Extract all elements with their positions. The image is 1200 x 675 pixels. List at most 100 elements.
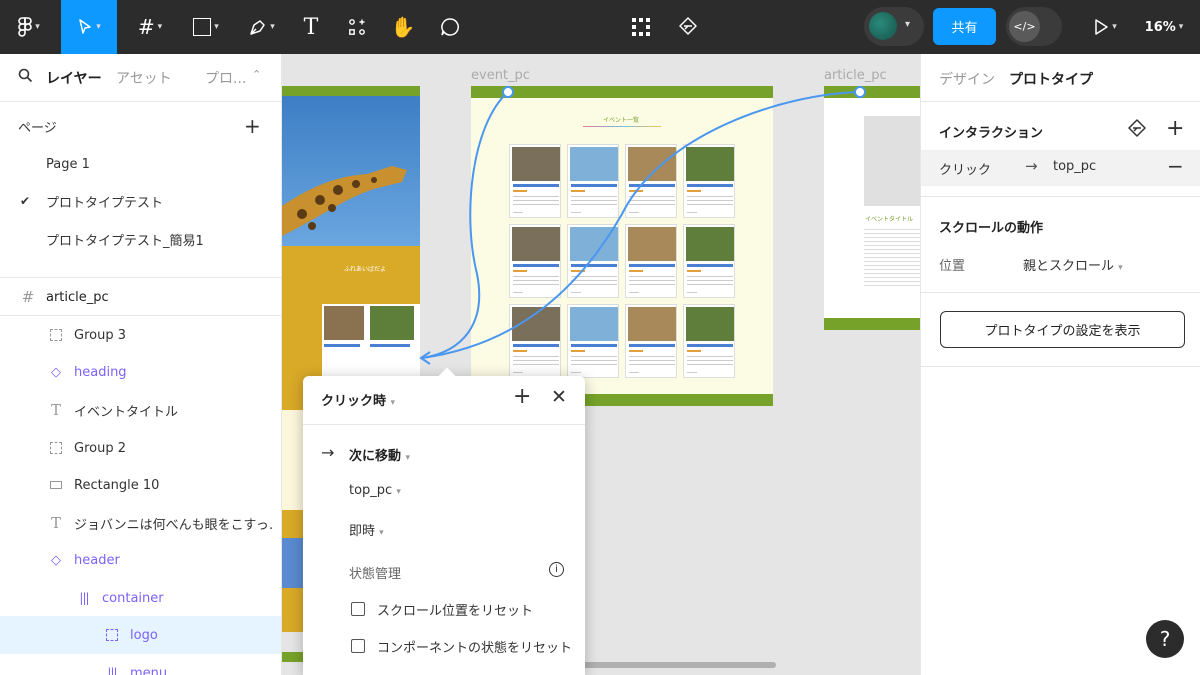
position-dropdown[interactable]: 親とスクロール ▾ <box>1023 255 1123 274</box>
layer-item[interactable]: T イベントタイトル <box>0 391 281 429</box>
code-icon: </> <box>1009 11 1040 42</box>
avatar[interactable] <box>869 12 897 40</box>
chevron-down-icon: ▾ <box>35 22 40 32</box>
layer-item[interactable]: ◇ header <box>0 541 281 579</box>
animation-dropdown[interactable]: 即時 ▾ <box>349 520 384 539</box>
trigger-dropdown[interactable]: クリック時 ▾ <box>321 390 395 409</box>
arrow-right-icon: → <box>321 443 335 462</box>
prototype-settings-button[interactable]: プロトタイプの設定を表示 <box>940 311 1185 348</box>
group-icon <box>104 627 120 643</box>
tab-prototype[interactable]: プロトタイプ <box>1009 69 1093 89</box>
comment-tool-button[interactable] <box>434 0 466 54</box>
layer-item[interactable]: ||| menu <box>0 654 281 675</box>
page-item[interactable]: プロトタイプテスト_簡易1 <box>0 220 281 258</box>
reset-component-checkbox[interactable] <box>351 639 365 653</box>
add-action-icon[interactable]: + <box>513 384 531 409</box>
trigger-label: クリック時 <box>321 394 387 409</box>
tab-prototype-library[interactable]: プロ... <box>205 68 246 88</box>
layer-item[interactable]: T ジョバンニは何べんも眼をこすっ… <box>0 504 281 542</box>
page-item-current[interactable]: ✔ プロトタイプテスト <box>0 182 281 220</box>
resources-button[interactable] <box>340 0 374 54</box>
page-item[interactable]: Page 1 <box>0 145 281 183</box>
state-management-title: 状態管理 <box>349 567 402 582</box>
position-label: 位置 <box>939 259 966 274</box>
chevron-down-icon: ▾ <box>390 398 396 408</box>
layer-item-selected[interactable]: logo <box>0 616 281 654</box>
grid-layout-button[interactable] <box>625 0 657 54</box>
zoom-menu[interactable]: 16% ▾ <box>1136 0 1192 54</box>
scroll-behavior-title: スクロールの動作 <box>939 221 1044 236</box>
hand-tool-button[interactable]: ✋ <box>387 0 419 54</box>
horizontal-scrollbar[interactable] <box>582 662 776 668</box>
layer-item[interactable]: ||| container <box>0 579 281 617</box>
interaction-target: top_pc <box>1053 159 1097 174</box>
properties-panel: デザイン プロトタイプ インタラクション + クリック → top_pc − ス… <box>920 54 1200 675</box>
figma-menu-button[interactable]: ▾ <box>8 0 50 54</box>
layer-item[interactable]: Group 2 <box>0 429 281 467</box>
interaction-popup: クリック時 ▾ + ✕ → 次に移動 ▾ top_pc ▾ 即時 ▾ 状態管理 … <box>303 367 585 675</box>
check-icon: ✔ <box>20 194 31 208</box>
prototype-mode-button[interactable] <box>672 0 704 54</box>
rectangle-layer-icon <box>48 477 64 493</box>
help-button[interactable]: ? <box>1146 620 1184 658</box>
layer-label: header <box>74 552 120 568</box>
interaction-row[interactable]: クリック → top_pc − <box>921 150 1200 186</box>
prototype-flow-icon[interactable] <box>1126 118 1148 144</box>
layer-frame[interactable]: # article_pc <box>0 278 281 316</box>
frame-icon: # <box>137 15 155 39</box>
auto-layout-icon: ||| <box>79 591 89 605</box>
chevron-down-icon: ▾ <box>214 22 219 32</box>
layer-label: logo <box>130 627 158 643</box>
shape-tool-button[interactable]: ▾ <box>184 0 228 54</box>
move-tool-button[interactable]: ▾ <box>61 0 117 54</box>
search-icon[interactable] <box>18 68 33 87</box>
layer-item[interactable]: ◇ heading <box>0 353 281 391</box>
add-page-icon[interactable]: + <box>244 114 261 138</box>
layer-label: Rectangle 10 <box>74 477 160 493</box>
frame-tool-button[interactable]: # ▾ <box>128 0 172 54</box>
component-instance-icon: ◇ <box>51 364 61 380</box>
chevron-down-icon: ▾ <box>405 453 411 463</box>
figma-logo-icon <box>18 17 33 37</box>
reset-scroll-checkbox[interactable] <box>351 602 365 616</box>
chevron-down-icon: ▾ <box>270 22 275 32</box>
chevron-down-icon: ▾ <box>96 22 101 32</box>
text-layer-icon: T <box>50 514 61 532</box>
layer-label: ジョバンニは何べんも眼をこすっ… <box>74 517 274 533</box>
layer-label: heading <box>74 364 127 380</box>
pages-title: ページ <box>18 120 57 136</box>
play-icon <box>1095 19 1108 35</box>
hand-icon: ✋ <box>390 15 416 39</box>
text-tool-button[interactable]: T <box>296 0 326 54</box>
components-icon <box>349 19 365 35</box>
frame-icon: # <box>21 288 35 306</box>
animation-label: 即時 <box>349 524 376 539</box>
component-instance-icon: ◇ <box>51 552 61 568</box>
pen-tool-button[interactable]: ▾ <box>240 0 284 54</box>
toolbar: ▾ ▾ # ▾ ▾ ▾ T ✋ ▾ 共有 </> ▾ 16% ▾ <box>0 0 1200 54</box>
tab-assets[interactable]: アセット <box>116 68 172 88</box>
layer-item[interactable]: Group 3 <box>0 316 281 354</box>
position-value: 親とスクロール <box>1023 259 1115 274</box>
tab-layers[interactable]: レイヤー <box>46 68 102 88</box>
action-dropdown[interactable]: 次に移動 ▾ <box>349 445 410 464</box>
destination-dropdown[interactable]: top_pc ▾ <box>349 483 401 498</box>
chevron-down-icon: ▾ <box>396 487 401 497</box>
remove-interaction-icon[interactable]: − <box>1167 154 1184 178</box>
add-interaction-icon[interactable]: + <box>1166 116 1184 141</box>
chevron-up-icon[interactable]: ⌃ <box>252 68 261 81</box>
share-button[interactable]: 共有 <box>933 8 996 45</box>
pages-header: ページ + <box>0 107 281 145</box>
interaction-title: インタラクション <box>939 126 1044 141</box>
close-icon[interactable]: ✕ <box>551 386 567 408</box>
present-button[interactable]: ▾ <box>1084 0 1126 54</box>
divider <box>921 196 1200 197</box>
tab-design[interactable]: デザイン <box>939 69 995 89</box>
divider <box>303 424 585 425</box>
layer-item[interactable]: Rectangle 10 <box>0 466 281 504</box>
info-icon[interactable]: i <box>549 562 564 577</box>
chevron-down-icon: ▾ <box>1112 22 1117 32</box>
question-icon: ? <box>1159 627 1171 651</box>
chevron-down-icon: ▾ <box>157 22 163 32</box>
rectangle-icon <box>193 18 212 36</box>
